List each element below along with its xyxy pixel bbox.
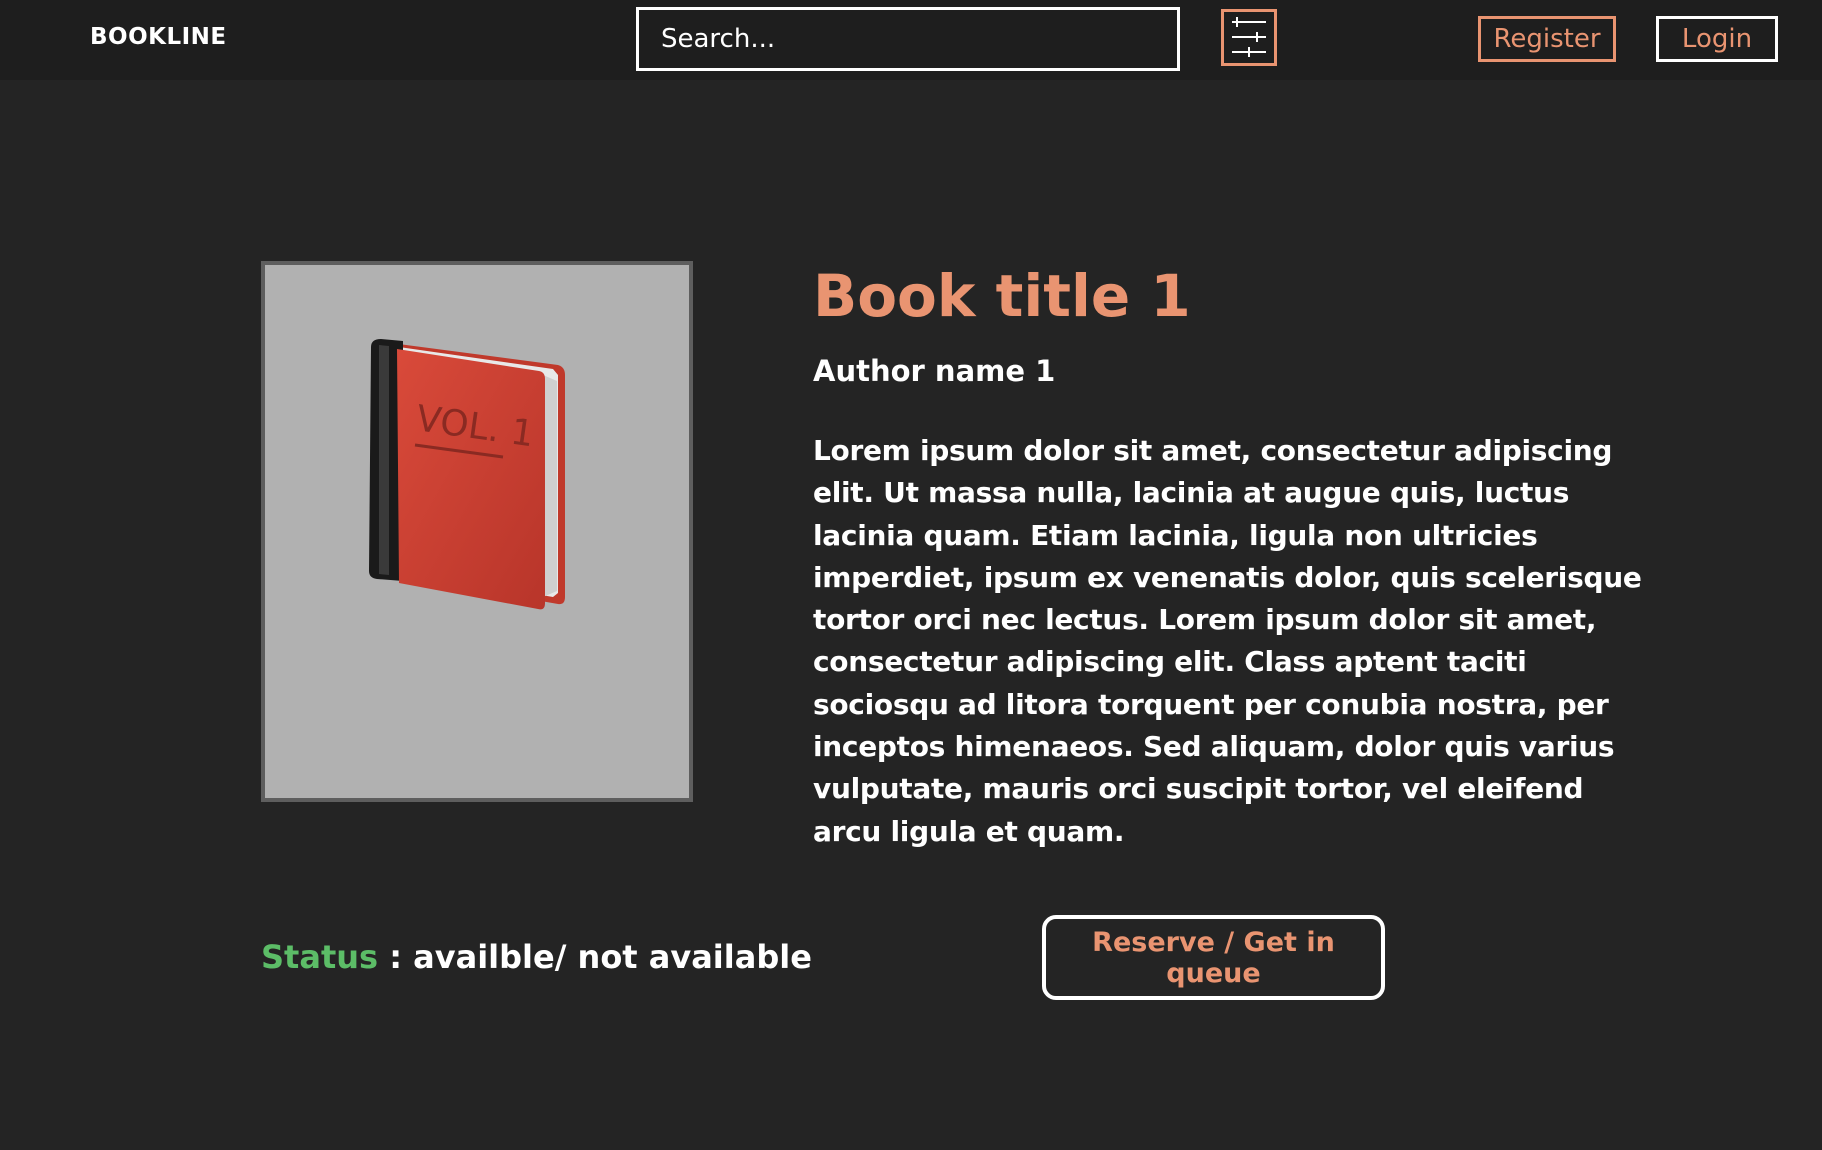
filter-button[interactable] — [1221, 9, 1277, 66]
search-input[interactable] — [636, 7, 1180, 71]
status-value: : availble/ not available — [378, 938, 812, 976]
book-title: Book title 1 — [813, 262, 1191, 330]
status-label: Status — [261, 938, 379, 976]
book-cover: VOL. 1 — [261, 261, 693, 802]
availability-status: Status : availble/ not available — [261, 938, 812, 976]
sliders-icon — [1232, 17, 1266, 57]
reserve-button[interactable]: Reserve / Get in queue — [1042, 915, 1385, 1000]
login-button[interactable]: Login — [1656, 16, 1778, 62]
red-book-icon: VOL. 1 — [369, 339, 565, 610]
book-description: Lorem ipsum dolor sit amet, consectetur … — [813, 434, 1642, 848]
register-button[interactable]: Register — [1478, 16, 1616, 62]
book-author[interactable]: Author name 1 — [813, 354, 1055, 388]
brand-logo[interactable]: BOOKLINE — [90, 24, 227, 50]
top-navbar: BOOKLINE Register Login — [0, 0, 1822, 80]
